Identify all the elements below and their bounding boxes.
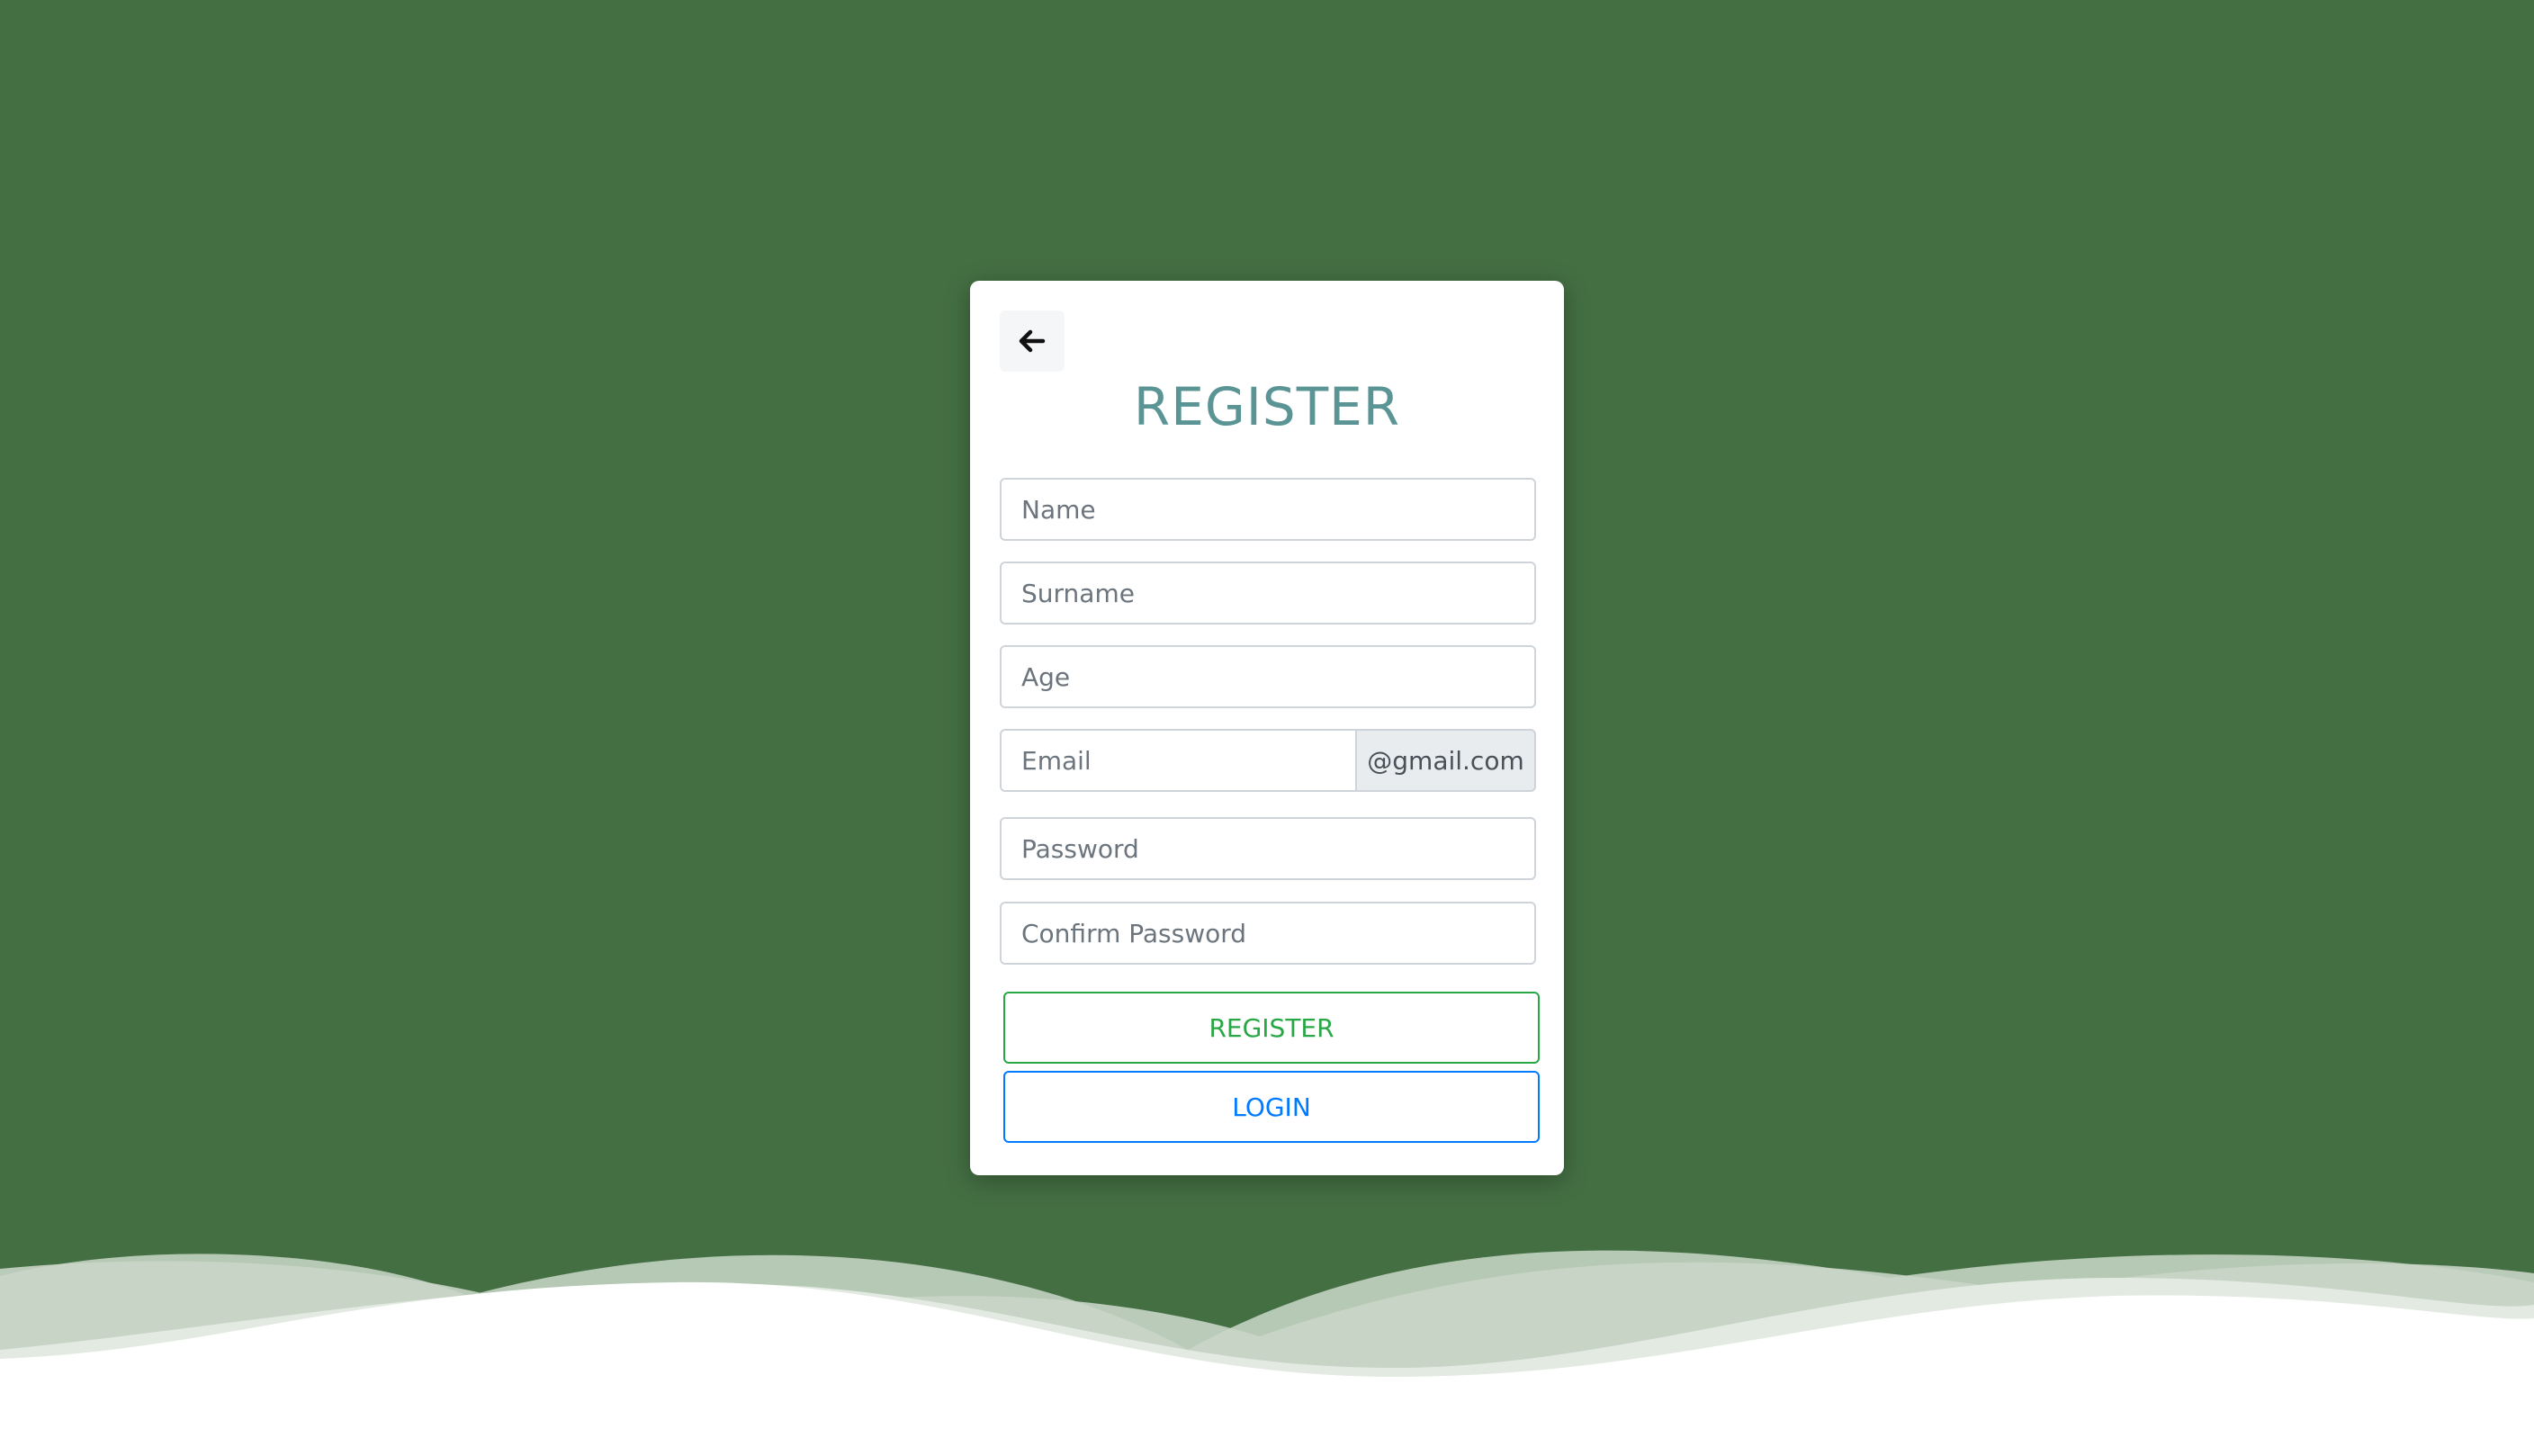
- arrow-left-icon: [1019, 329, 1046, 353]
- age-input[interactable]: [1000, 645, 1536, 708]
- back-button[interactable]: [1000, 310, 1065, 372]
- confirm-password-input[interactable]: [1000, 902, 1536, 965]
- password-input[interactable]: [1000, 817, 1536, 880]
- email-domain-addon: @gmail.com: [1357, 729, 1536, 792]
- login-button[interactable]: LOGIN: [1003, 1071, 1540, 1143]
- name-input[interactable]: [1000, 478, 1536, 541]
- page-title: REGISTER: [1133, 376, 1401, 437]
- decorative-waves: [0, 1250, 2534, 1456]
- register-button[interactable]: REGISTER: [1003, 992, 1540, 1064]
- register-card: REGISTER @gmail.com REGISTER LOGIN: [970, 281, 1564, 1175]
- email-input-group: @gmail.com: [1000, 729, 1536, 792]
- surname-input[interactable]: [1000, 562, 1536, 625]
- email-input[interactable]: [1000, 729, 1357, 792]
